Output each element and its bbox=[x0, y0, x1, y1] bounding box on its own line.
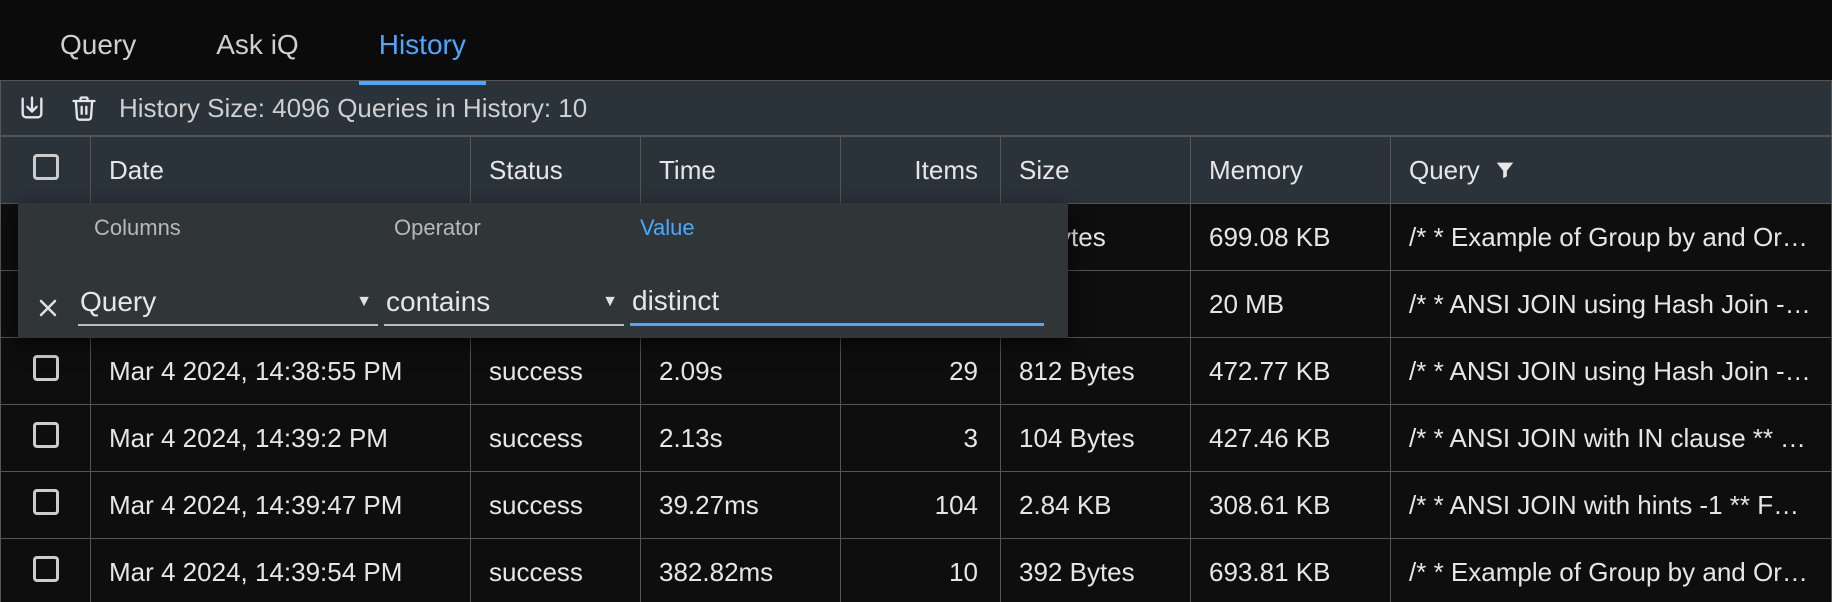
cell-query: /* * Example of Group by and Ord… bbox=[1391, 204, 1832, 271]
filter-value-input[interactable] bbox=[630, 281, 1044, 326]
col-header-time[interactable]: Time bbox=[641, 137, 841, 204]
cell-memory: 693.81 KB bbox=[1191, 539, 1391, 602]
col-header-memory[interactable]: Memory bbox=[1191, 137, 1391, 204]
cell-status: success bbox=[471, 338, 641, 405]
filter-column-select[interactable]: Query ▼ bbox=[78, 282, 378, 326]
cell-items: 104 bbox=[841, 472, 1001, 539]
cell-time: 39.27ms bbox=[641, 472, 841, 539]
close-icon[interactable] bbox=[36, 296, 78, 326]
cell-items: 3 bbox=[841, 405, 1001, 472]
filter-icon[interactable] bbox=[1494, 159, 1516, 181]
table-row[interactable]: Mar 4 2024, 14:38:55 PMsuccess2.09s29812… bbox=[1, 338, 1832, 405]
col-header-date[interactable]: Date bbox=[91, 137, 471, 204]
cell-memory: 699.08 KB bbox=[1191, 204, 1391, 271]
filter-label-columns: Columns bbox=[94, 215, 394, 241]
cell-status: success bbox=[471, 539, 641, 602]
cell-status: success bbox=[471, 472, 641, 539]
filter-operator-value: contains bbox=[386, 286, 490, 318]
cell-items: 10 bbox=[841, 539, 1001, 602]
col-header-query[interactable]: Query bbox=[1391, 137, 1832, 204]
import-icon[interactable] bbox=[15, 91, 49, 125]
filter-label-operator: Operator bbox=[394, 215, 640, 241]
cell-query: /* * ANSI JOIN with hints -1 ** For… bbox=[1391, 472, 1832, 539]
chevron-down-icon: ▼ bbox=[356, 293, 372, 311]
row-checkbox[interactable] bbox=[33, 556, 59, 582]
cell-time: 2.13s bbox=[641, 405, 841, 472]
cell-query: /* * ANSI JOIN with IN clause ** T… bbox=[1391, 405, 1832, 472]
col-header-size[interactable]: Size bbox=[1001, 137, 1191, 204]
cell-items: 29 bbox=[841, 338, 1001, 405]
cell-status: success bbox=[471, 405, 641, 472]
history-toolbar: History Size: 4096 Queries in History: 1… bbox=[0, 80, 1832, 136]
cell-date: Mar 4 2024, 14:39:47 PM bbox=[91, 472, 471, 539]
tab-ask-iq[interactable]: Ask iQ bbox=[206, 11, 308, 83]
trash-icon[interactable] bbox=[67, 91, 101, 125]
cell-date: Mar 4 2024, 14:38:55 PM bbox=[91, 338, 471, 405]
cell-query: /* * ANSI JOIN using Hash Join - … bbox=[1391, 338, 1832, 405]
cell-date: Mar 4 2024, 14:39:54 PM bbox=[91, 539, 471, 602]
col-header-items[interactable]: Items bbox=[841, 137, 1001, 204]
cell-size: 2.84 KB bbox=[1001, 472, 1191, 539]
cell-query: /* * Example of Group by and Ord… bbox=[1391, 539, 1832, 602]
filter-column-value: Query bbox=[80, 286, 156, 318]
row-checkbox[interactable] bbox=[33, 355, 59, 381]
chevron-down-icon: ▼ bbox=[602, 293, 618, 311]
cell-memory: 308.61 KB bbox=[1191, 472, 1391, 539]
filter-label-value: Value bbox=[640, 215, 695, 241]
cell-size: 812 Bytes bbox=[1001, 338, 1191, 405]
table-row[interactable]: Mar 4 2024, 14:39:2 PMsuccess2.13s3104 B… bbox=[1, 405, 1832, 472]
cell-query: /* * ANSI JOIN using Hash Join - … bbox=[1391, 271, 1832, 338]
tab-history[interactable]: History bbox=[369, 11, 476, 83]
history-status-text: History Size: 4096 Queries in History: 1… bbox=[119, 93, 587, 124]
col-header-status[interactable]: Status bbox=[471, 137, 641, 204]
row-checkbox[interactable] bbox=[33, 489, 59, 515]
table-row[interactable]: Mar 4 2024, 14:39:54 PMsuccess382.82ms10… bbox=[1, 539, 1832, 602]
cell-memory: 472.77 KB bbox=[1191, 338, 1391, 405]
cell-size: 104 Bytes bbox=[1001, 405, 1191, 472]
tab-query[interactable]: Query bbox=[50, 11, 146, 83]
select-all-checkbox[interactable] bbox=[33, 154, 59, 180]
cell-time: 382.82ms bbox=[641, 539, 841, 602]
col-header-query-label: Query bbox=[1409, 155, 1480, 186]
tab-bar: Query Ask iQ History bbox=[0, 0, 1832, 80]
row-checkbox[interactable] bbox=[33, 422, 59, 448]
filter-operator-select[interactable]: contains ▼ bbox=[384, 282, 624, 326]
table-row[interactable]: Mar 4 2024, 14:39:47 PMsuccess39.27ms104… bbox=[1, 472, 1832, 539]
cell-date: Mar 4 2024, 14:39:2 PM bbox=[91, 405, 471, 472]
cell-size: 392 Bytes bbox=[1001, 539, 1191, 602]
filter-popover: Columns Operator Value Query ▼ contains … bbox=[18, 203, 1068, 338]
cell-time: 2.09s bbox=[641, 338, 841, 405]
cell-memory: 20 MB bbox=[1191, 271, 1391, 338]
cell-memory: 427.46 KB bbox=[1191, 405, 1391, 472]
